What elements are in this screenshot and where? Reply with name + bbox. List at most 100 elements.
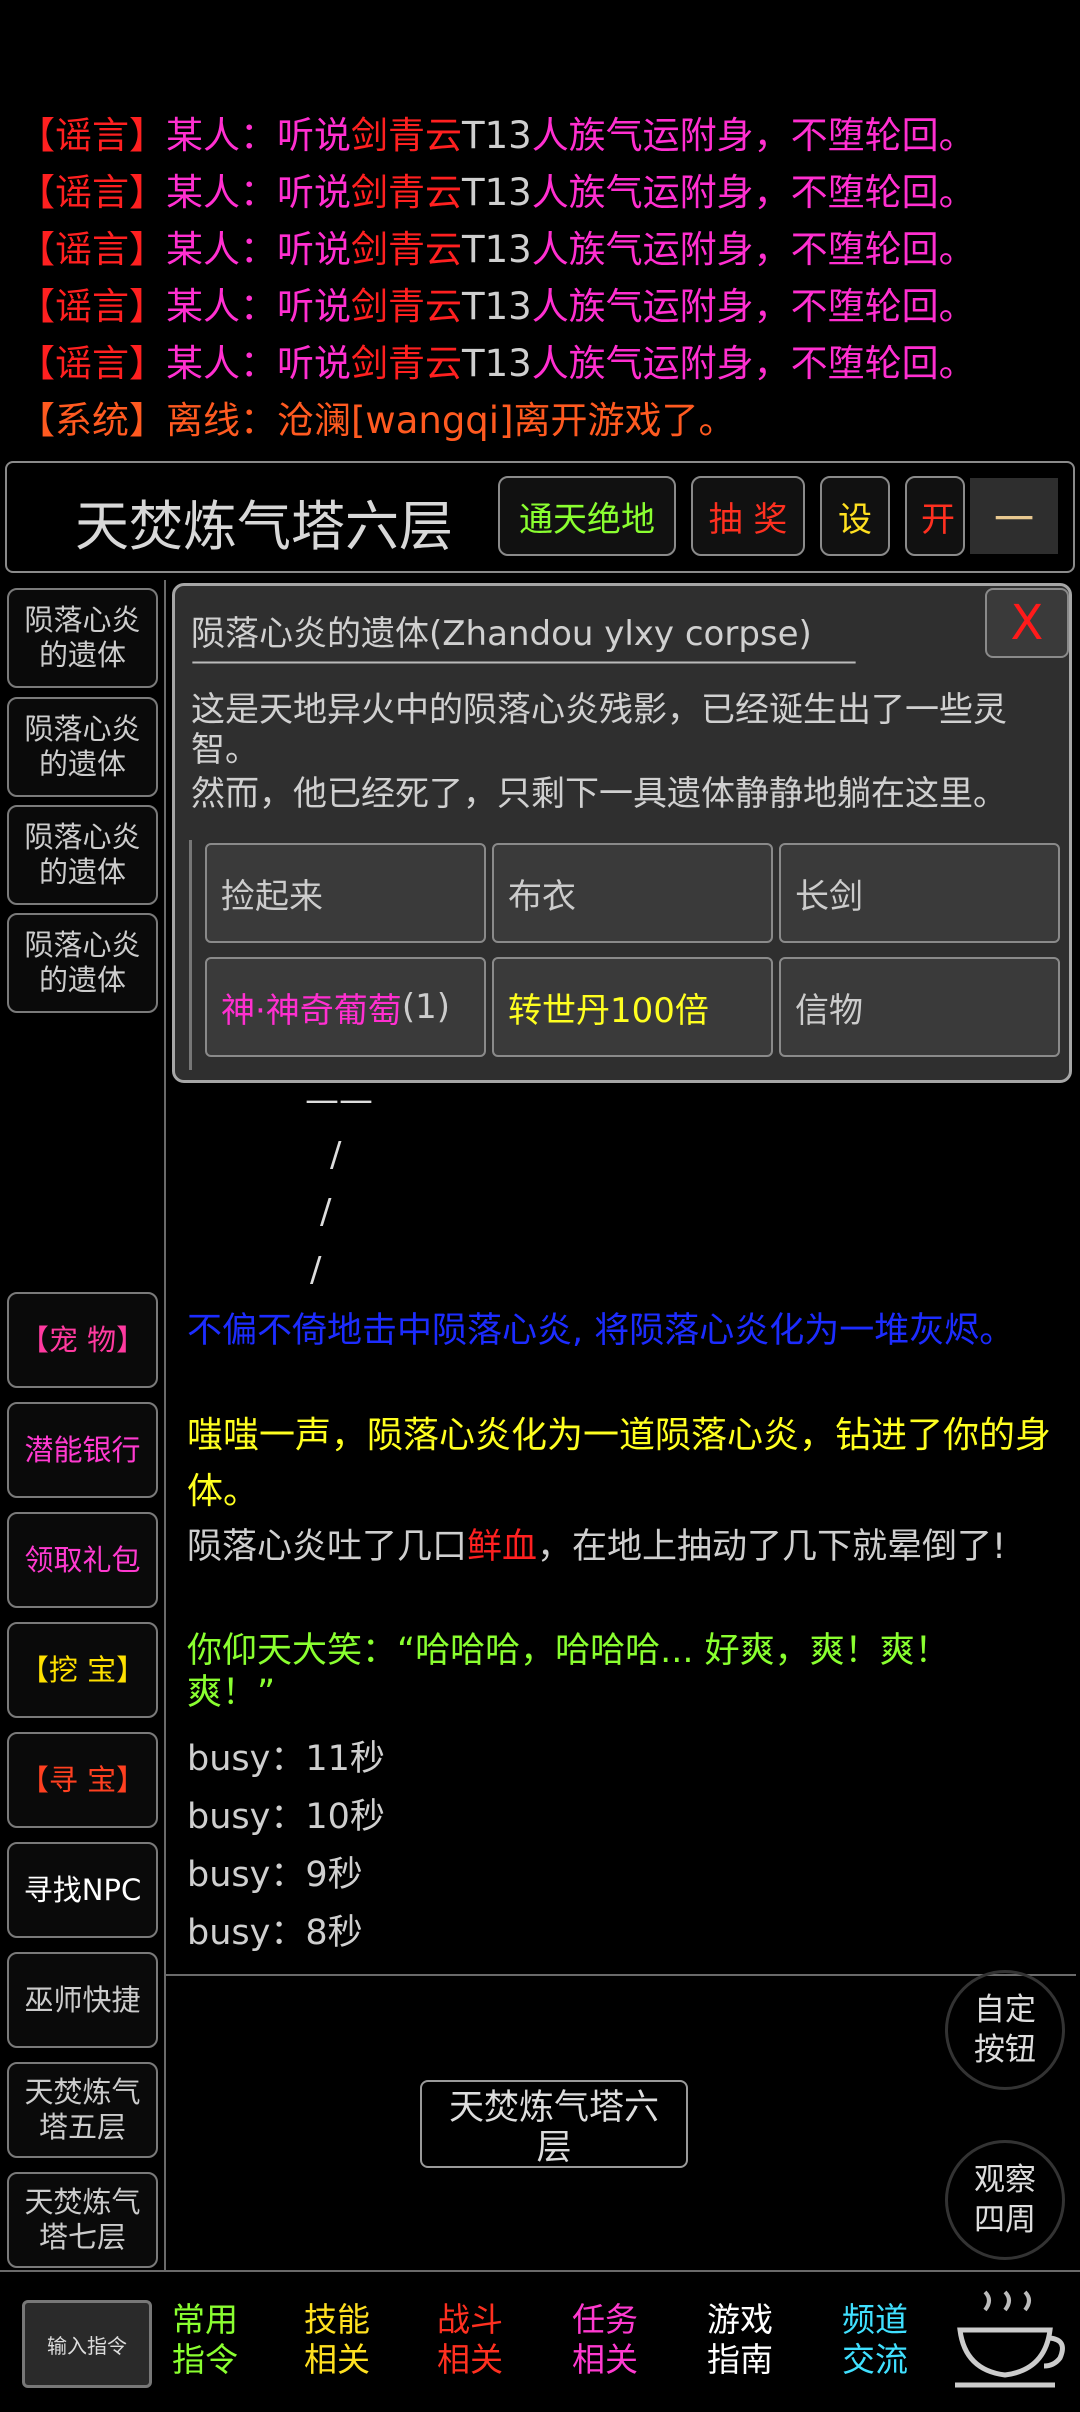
chat-tag: 【谣言】 bbox=[18, 342, 166, 385]
chat-speaker: 某人： bbox=[166, 342, 277, 385]
chat-line: 【谣言】某人：听说剑青云T13人族气运附身，不堕轮回。 bbox=[18, 336, 976, 392]
lottery-label: 抽 奖 bbox=[708, 499, 788, 540]
chat-speaker: 某人： bbox=[166, 228, 277, 271]
custom-buttons-button[interactable]: 自定 按钮 bbox=[945, 1970, 1065, 2090]
tab-quests[interactable]: 任务 相关 bbox=[555, 2300, 655, 2380]
look-around-button[interactable]: 观察 四周 bbox=[945, 2140, 1065, 2260]
pickup-label: 捡起来 bbox=[221, 876, 323, 917]
system-speaker: 离线： bbox=[166, 399, 277, 442]
location-title: 天焚炼气塔六层 bbox=[75, 495, 453, 558]
chat-player: 剑青云 bbox=[351, 228, 462, 271]
log-green: 你仰天大笑：“哈哈哈，哈哈哈... 好爽，爽！爽！爽！” bbox=[187, 1631, 950, 1713]
tab-combat[interactable]: 战斗 相关 bbox=[420, 2300, 520, 2380]
busy-line: busy：9秒 bbox=[187, 1855, 363, 1895]
sidebar-corpse-item[interactable]: 陨落心炎 的遗体 bbox=[7, 697, 158, 797]
busy-line: busy：10秒 bbox=[187, 1797, 385, 1837]
claim-gift-button[interactable]: 领取礼包 bbox=[7, 1512, 158, 1608]
sidebar-divider bbox=[164, 580, 166, 2270]
chat-rank: T13 bbox=[462, 285, 532, 328]
open-label: 开 bbox=[921, 499, 955, 540]
chat-tag: 【谣言】 bbox=[18, 228, 166, 271]
tongtian-label: 通天绝地 bbox=[519, 499, 655, 540]
item-sword-button[interactable]: 长剑 bbox=[779, 843, 1060, 943]
settings-button[interactable]: 设 bbox=[820, 476, 890, 556]
item-cloth-button[interactable]: 布衣 bbox=[492, 843, 773, 943]
chat-speaker: 某人： bbox=[166, 285, 277, 328]
chat-text: 听说 bbox=[277, 285, 351, 328]
log-yellow: 嗤嗤一声，陨落心炎化为一道陨落心炎，钻进了你的身体。 bbox=[187, 1415, 1052, 1512]
item-pill-label: 转世丹100倍 bbox=[508, 990, 709, 1031]
chat-line: 【谣言】某人：听说剑青云T13人族气运附身，不堕轮回。 bbox=[18, 222, 976, 278]
system-text: 沧澜[wangqi]离开游戏了。 bbox=[277, 399, 736, 442]
tab-skills[interactable]: 技能 相关 bbox=[287, 2300, 387, 2380]
map-path-slash: / bbox=[320, 1192, 332, 1232]
chat-text: 听说 bbox=[277, 342, 351, 385]
corpse-popup: 陨落心炎的遗体(Zhandou ylxy corpse) X —————————… bbox=[172, 583, 1072, 1083]
item-cloth-label: 布衣 bbox=[508, 876, 576, 917]
item-token-button[interactable]: 信物 bbox=[779, 957, 1060, 1057]
chat-line: 【谣言】某人：听说剑青云T13人族气运附身，不堕轮回。 bbox=[18, 279, 976, 335]
chat-player: 剑青云 bbox=[351, 342, 462, 385]
pickup-button[interactable]: 捡起来 bbox=[205, 843, 486, 943]
item-pill-button[interactable]: 转世丹100倍 bbox=[492, 957, 773, 1057]
chat-line: 【谣言】某人：听说剑青云T13人族气运附身，不堕轮回。 bbox=[18, 108, 976, 164]
chat-text: 人族气运附身，不堕轮回。 bbox=[531, 171, 976, 214]
tower-floor-5-button[interactable]: 天焚炼气 塔五层 bbox=[7, 2062, 158, 2158]
tab-game-guide[interactable]: 游戏 指南 bbox=[690, 2300, 790, 2380]
lottery-button[interactable]: 抽 奖 bbox=[691, 476, 805, 556]
potential-bank-button[interactable]: 潜能银行 bbox=[7, 1402, 158, 1498]
sidebar-corpse-item[interactable]: 陨落心炎 的遗体 bbox=[7, 805, 158, 905]
log-gray-text: 陨落心炎吐了几口 bbox=[187, 1527, 468, 1567]
tab-common-commands[interactable]: 常用 指令 bbox=[155, 2300, 255, 2380]
chat-tag: 【谣言】 bbox=[18, 114, 166, 157]
seek-treasure-button[interactable]: 【寻 宝】 bbox=[7, 1732, 158, 1828]
chat-player: 剑青云 bbox=[351, 114, 462, 157]
tab-channel-chat[interactable]: 频道 交流 bbox=[825, 2300, 925, 2380]
popup-description: 这是天地异火中的陨落心炎残影，已经诞生出了一些灵智。 bbox=[191, 690, 1007, 770]
tower-floor-7-button[interactable]: 天焚炼气 塔七层 bbox=[7, 2172, 158, 2268]
map-room-label: 天焚炼气塔六层 bbox=[448, 2088, 659, 2168]
item-sword-label: 长剑 bbox=[795, 876, 863, 917]
chat-text: 听说 bbox=[277, 114, 351, 157]
popup-divider: —————————————————————————————— bbox=[191, 644, 857, 677]
pet-button[interactable]: 【宠 物】 bbox=[7, 1292, 158, 1388]
menu-icon: 一 bbox=[994, 497, 1034, 543]
log-gray-text-2: ，在地上抽动了几下就晕倒了! bbox=[537, 1527, 1007, 1567]
log-gray: 陨落心炎吐了几口鲜血，在地上抽动了几下就晕倒了! bbox=[187, 1526, 1047, 1568]
dig-treasure-button[interactable]: 【挖 宝】 bbox=[7, 1622, 158, 1718]
chat-text: 人族气运附身，不堕轮回。 bbox=[531, 342, 976, 385]
menu-toggle-button[interactable]: 一 bbox=[970, 478, 1058, 554]
chat-line: 【谣言】某人：听说剑青云T13人族气运附身，不堕轮回。 bbox=[18, 165, 976, 221]
open-button[interactable]: 开 bbox=[905, 476, 965, 556]
chat-rank: T13 bbox=[462, 114, 532, 157]
chat-player: 剑青云 bbox=[351, 285, 462, 328]
chat-text: 人族气运附身，不堕轮回。 bbox=[531, 228, 976, 271]
busy-line: busy：8秒 bbox=[187, 1913, 363, 1953]
command-input-button[interactable]: 输入指令 bbox=[22, 2300, 152, 2388]
wizard-shortcut-button[interactable]: 巫师快捷 bbox=[7, 1952, 158, 2048]
chat-text: 听说 bbox=[277, 171, 351, 214]
popup-actions-frame bbox=[189, 840, 192, 1070]
map-path-slash: / bbox=[330, 1135, 342, 1175]
find-npc-button[interactable]: 寻找NPC bbox=[7, 1842, 158, 1938]
teacup-icon[interactable] bbox=[950, 2290, 1070, 2400]
tongtian-button[interactable]: 通天绝地 bbox=[498, 476, 676, 556]
item-grape-count: (1) bbox=[401, 987, 450, 1027]
close-icon: X bbox=[1010, 595, 1044, 651]
item-grape-button[interactable]: 神·神奇葡萄 (1) bbox=[205, 957, 486, 1057]
system-tag: 【系统】 bbox=[18, 399, 166, 442]
settings-label: 设 bbox=[838, 499, 872, 540]
chat-player: 剑青云 bbox=[351, 171, 462, 214]
chat-text: 听说 bbox=[277, 228, 351, 271]
sidebar-corpse-item[interactable]: 陨落心炎 的遗体 bbox=[7, 588, 158, 688]
busy-line: busy：11秒 bbox=[187, 1739, 385, 1779]
popup-close-button[interactable]: X bbox=[985, 588, 1069, 658]
chat-speaker: 某人： bbox=[166, 114, 277, 157]
chat-tag: 【谣言】 bbox=[18, 171, 166, 214]
sidebar-corpse-item[interactable]: 陨落心炎 的遗体 bbox=[7, 913, 158, 1013]
chat-rank: T13 bbox=[462, 342, 532, 385]
command-input-label: 输入指令 bbox=[47, 2333, 127, 2358]
map-room-button[interactable]: 天焚炼气塔六层 bbox=[420, 2080, 688, 2168]
chat-speaker: 某人： bbox=[166, 171, 277, 214]
item-grape-label: 神·神奇葡萄 bbox=[221, 990, 402, 1031]
